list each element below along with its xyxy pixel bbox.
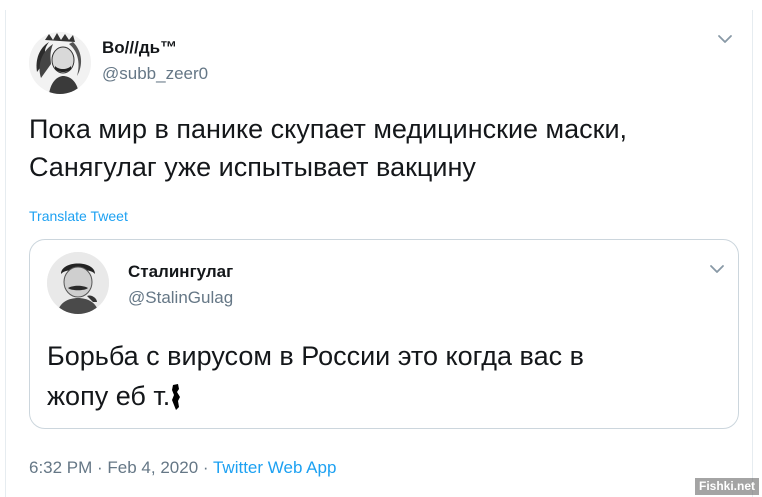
author-name[interactable]: Во///дь™ [102,38,177,58]
quoted-text-line: жопу еб т. [47,381,171,411]
quoted-text-line: Борьба с вирусом в России это когда вас … [47,341,584,371]
tweet-card: Во///дь™ @subb_zeer0 Пока мир в панике с… [5,10,753,497]
censor-mark-icon [172,384,180,410]
tweet-text-line: Пока мир в панике скупает медицинские ма… [29,114,628,144]
tweet-timestamp[interactable]: 6:32 PM · Feb 4, 2020 · [29,458,213,477]
chevron-down-icon[interactable] [714,28,736,50]
tweet-meta: 6:32 PM · Feb 4, 2020 · Twitter Web App [29,458,336,478]
tweet-text-line: Санягулаг уже испытывает вакцину [29,152,476,182]
tweet-text: Пока мир в панике скупает медицинские ма… [29,110,729,186]
author-avatar[interactable] [29,32,91,94]
quoted-author-avatar[interactable] [47,252,109,314]
translate-tweet-link[interactable]: Translate Tweet [29,208,128,224]
quoted-tweet[interactable]: Сталингулаг @StalinGulag Борьба с вирусо… [29,239,739,429]
chevron-down-icon[interactable] [706,258,728,280]
quoted-author-handle[interactable]: @StalinGulag [128,288,233,308]
tweet-source[interactable]: Twitter Web App [213,458,336,477]
author-handle[interactable]: @subb_zeer0 [102,64,208,84]
watermark: Fishki.net [694,478,759,495]
quoted-tweet-text: Борьба с вирусом в России это когда вас … [47,336,707,416]
quoted-author-name[interactable]: Сталингулаг [128,262,233,282]
